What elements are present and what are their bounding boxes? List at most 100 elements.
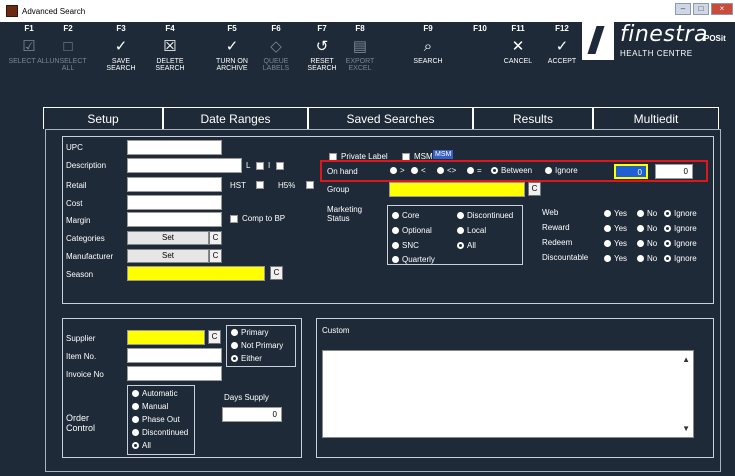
categories-clear-button[interactable]: C <box>209 231 222 245</box>
flag-discountable-no-label: No <box>647 254 658 263</box>
comp-to-bp-label: Comp to BP <box>242 214 286 223</box>
tab-results[interactable]: Results <box>473 107 593 129</box>
group-input[interactable] <box>389 182 525 197</box>
scroll-up-icon[interactable]: ▲ <box>682 355 690 364</box>
flag-discountable-ignore[interactable]: Ignore <box>664 254 697 263</box>
radio-dot-icon <box>637 225 644 232</box>
radio-selected-icon <box>664 225 671 232</box>
group-clear-button[interactable]: C <box>528 182 541 196</box>
tab-multiedit[interactable]: Multiedit <box>593 107 719 129</box>
close-button[interactable]: × <box>711 3 733 15</box>
primary-radio[interactable]: Primary <box>231 328 269 337</box>
radio-dot-icon <box>457 227 464 234</box>
order-automatic[interactable]: Automatic <box>132 389 178 398</box>
days-supply-input[interactable]: 0 <box>222 407 282 422</box>
custom-textarea[interactable]: ▲ ▼ <box>322 350 694 438</box>
marketing-status-label: Marketing Status <box>327 205 363 223</box>
radio-dot-icon <box>457 212 464 219</box>
radio-dot-icon <box>604 240 611 247</box>
flag-reward-yes[interactable]: Yes <box>604 224 627 233</box>
categories-set-button[interactable]: Set <box>127 231 209 245</box>
toolbar-button-f6[interactable]: F6 ◇ QUEUE LABELS <box>252 22 300 72</box>
marketing-snc[interactable]: SNC <box>392 241 419 250</box>
supplier-clear-button[interactable]: C <box>208 330 221 344</box>
toolbar-button-f12[interactable]: F12 ✓ ACCEPT <box>538 22 586 65</box>
manufacturer-set-button[interactable]: Set <box>127 249 209 263</box>
flag-web-no[interactable]: No <box>637 209 657 218</box>
empty-checkbox-icon: □ <box>63 37 73 55</box>
l-checkbox[interactable] <box>256 162 264 170</box>
season-clear-button[interactable]: C <box>270 266 283 280</box>
toolbar-button-f8[interactable]: F8 ▤ EXPORT EXCEL <box>336 22 384 72</box>
hst-checkbox[interactable] <box>256 181 264 189</box>
marketing-discontinued[interactable]: Discontinued <box>457 211 513 220</box>
item-no-label: Item No. <box>66 352 97 361</box>
description-input[interactable] <box>127 158 242 173</box>
function-key-label: F3 <box>116 24 126 33</box>
order-manual[interactable]: Manual <box>132 402 168 411</box>
marketing-core-label: Core <box>402 211 420 220</box>
invoice-no-input[interactable] <box>127 366 222 381</box>
item-no-input[interactable] <box>127 348 222 363</box>
flag-redeem-no[interactable]: No <box>637 239 657 248</box>
marketing-all[interactable]: All <box>457 241 476 250</box>
tab-setup[interactable]: Setup <box>43 107 163 129</box>
marketing-optional[interactable]: Optional <box>392 226 432 235</box>
flag-redeem-yes[interactable]: Yes <box>604 239 627 248</box>
radio-dot-icon <box>637 240 644 247</box>
brand-name: finestra <box>620 22 708 47</box>
i-checkbox[interactable] <box>276 162 284 170</box>
flag-reward-ignore[interactable]: Ignore <box>664 224 697 233</box>
flag-label-redeem: Redeem <box>542 238 573 247</box>
radio-selected-icon <box>664 210 671 217</box>
cost-input[interactable] <box>127 195 222 210</box>
tab-date-ranges[interactable]: Date Ranges <box>163 107 308 129</box>
upc-input[interactable] <box>127 140 222 155</box>
supplier-input[interactable] <box>127 330 205 345</box>
season-input[interactable] <box>127 266 265 281</box>
i-label: I <box>268 161 271 170</box>
toolbar-button-f11[interactable]: F11 ✕ CANCEL <box>494 22 542 65</box>
flag-web-ignore[interactable]: Ignore <box>664 209 697 218</box>
order-control-label: Order Control <box>66 413 96 433</box>
flag-reward-no[interactable]: No <box>637 224 657 233</box>
manufacturer-clear-button[interactable]: C <box>209 249 222 263</box>
toolbar-label: CANCEL <box>503 58 533 65</box>
not-primary-radio[interactable]: Not Primary <box>231 341 283 350</box>
flag-discountable-yes[interactable]: Yes <box>604 254 627 263</box>
checkmark-icon: ✓ <box>225 38 239 55</box>
flag-web-yes-label: Yes <box>614 209 628 218</box>
toolbar-button-f5[interactable]: F5 ✓ TURN ON ARCHIVE <box>208 22 256 72</box>
toolbar-button-f3[interactable]: F3 ✓ SAVE SEARCH <box>97 22 145 72</box>
marketing-quarterly[interactable]: Quarterly <box>392 255 435 264</box>
retail-input[interactable] <box>127 177 222 192</box>
order-all[interactable]: All <box>132 441 151 450</box>
either-radio[interactable]: Either <box>231 354 262 363</box>
h5-checkbox[interactable] <box>306 181 314 189</box>
days-supply-label: Days Supply <box>224 393 269 402</box>
order-phase-out[interactable]: Phase Out <box>132 415 180 424</box>
marketing-local-label: Local <box>467 226 487 235</box>
marketing-core[interactable]: Core <box>392 211 419 220</box>
margin-input[interactable] <box>127 212 222 227</box>
radio-dot-icon <box>604 255 611 262</box>
maximize-button[interactable]: □ <box>693 3 709 15</box>
toolbar-button-f2[interactable]: F2 □ UNSELECT ALL <box>44 22 92 72</box>
flag-reward-ignore-label: Ignore <box>674 224 697 233</box>
toolbar-button-f9[interactable]: F9 ⌕ SEARCH <box>404 22 452 65</box>
upc-label: UPC <box>66 143 83 152</box>
minimize-button[interactable]: – <box>675 3 691 15</box>
radio-dot-icon <box>392 242 399 249</box>
document-icon: ▤ <box>352 38 368 55</box>
flag-web-yes[interactable]: Yes <box>604 209 627 218</box>
toolbar-button-f4[interactable]: F4 ☒ DELETE SEARCH <box>146 22 194 72</box>
flag-discountable-no[interactable]: No <box>637 254 657 263</box>
title-bar: Advanced Search – □ × <box>0 0 735 22</box>
scroll-down-icon[interactable]: ▼ <box>682 424 690 433</box>
comp-to-bp-checkbox[interactable] <box>230 215 238 223</box>
tab-saved-searches[interactable]: Saved Searches <box>308 107 473 129</box>
flag-redeem-ignore[interactable]: Ignore <box>664 239 697 248</box>
marketing-local[interactable]: Local <box>457 226 486 235</box>
order-discontinued[interactable]: Discontinued <box>132 428 188 437</box>
toolbar-label: TURN ON ARCHIVE <box>216 58 248 72</box>
